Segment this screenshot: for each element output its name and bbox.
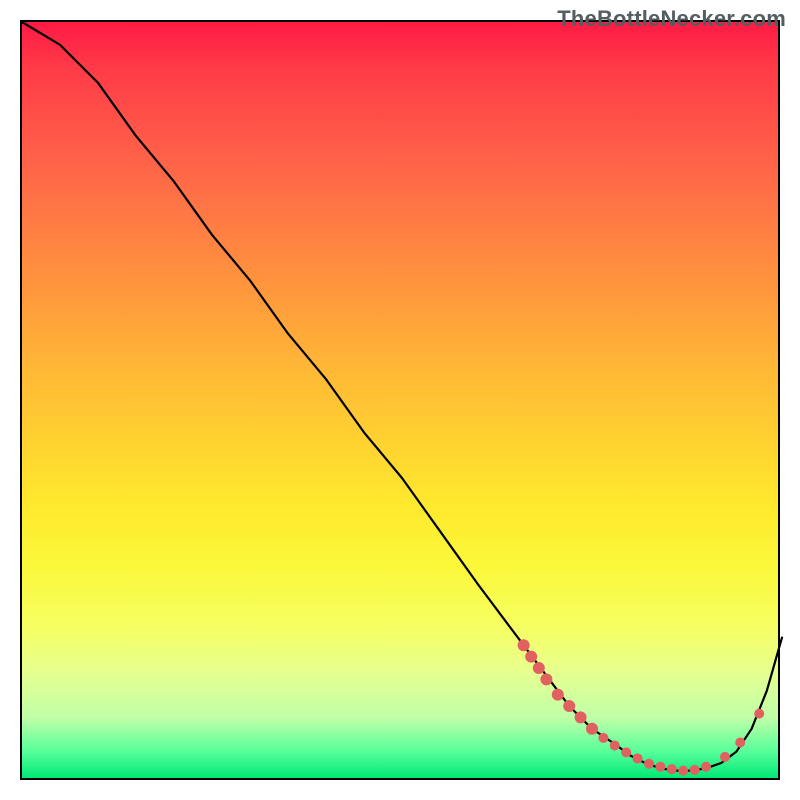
curve-marker [678,766,688,776]
curve-marker [655,762,665,772]
curve-marker [540,673,552,685]
curve-marker [598,733,608,743]
curve-marker [533,662,545,674]
curve-marker [610,741,620,751]
watermark-text: TheBottleNecker.com [557,6,786,32]
curve-marker [525,651,537,663]
curve-marker [586,723,598,735]
chart-container: TheBottleNecker.com [0,0,800,800]
curve-marker [621,747,631,757]
chart-svg [22,22,782,782]
curve-marker [633,753,643,763]
curve-marker [690,765,700,775]
curve-marker [518,639,530,651]
plot-area [20,20,780,780]
curve-marker [754,709,764,719]
bottleneck-curve-line [22,22,782,771]
markers-group [518,639,765,775]
curve-marker [563,700,575,712]
curve-marker [735,737,745,747]
curve-marker [667,764,677,774]
curve-marker [644,759,654,769]
curve-marker [552,689,564,701]
curve-marker [701,762,711,772]
curve-marker [720,752,730,762]
curve-marker [575,711,587,723]
